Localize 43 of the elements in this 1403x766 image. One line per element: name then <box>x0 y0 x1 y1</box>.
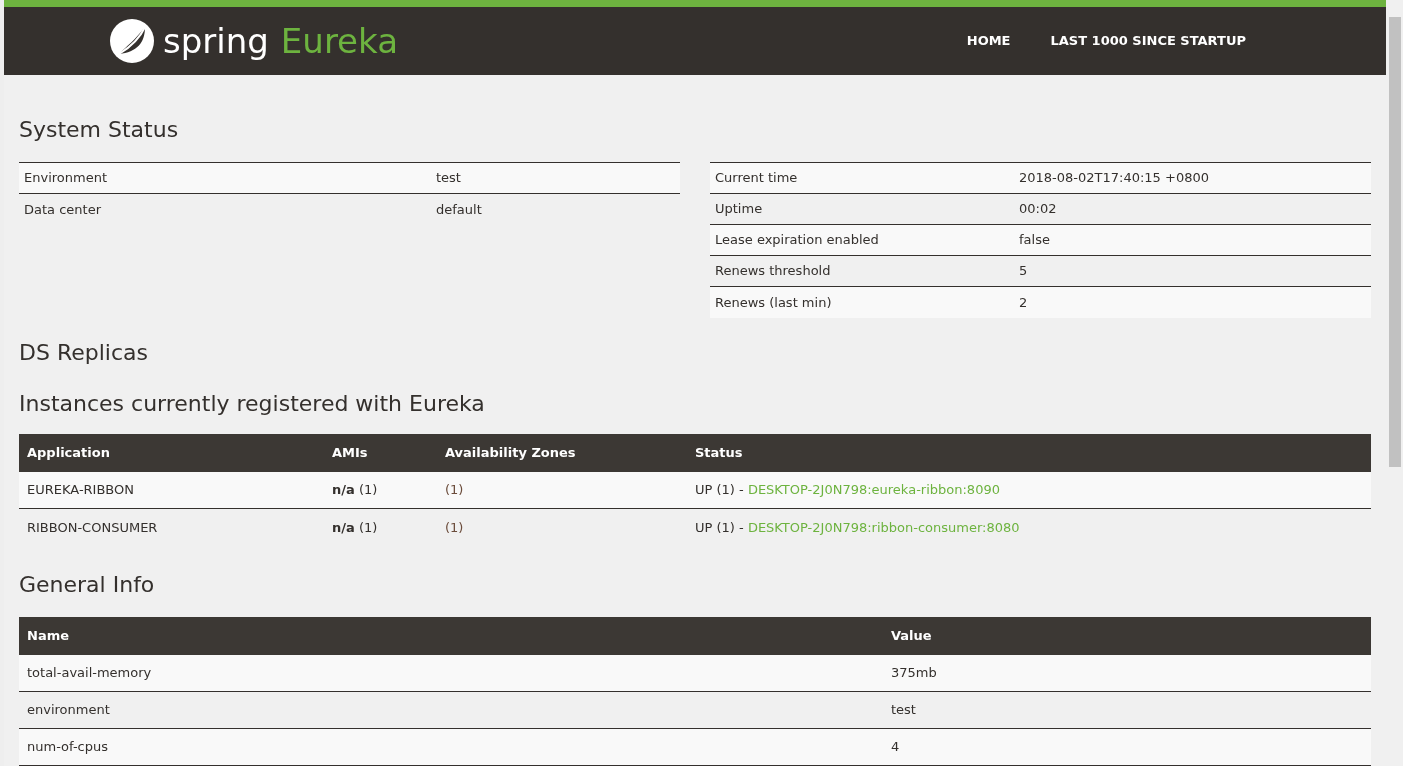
column-header: Application <box>19 433 324 472</box>
value-cell: 00:02 <box>1014 193 1371 225</box>
table-cell: RIBBON-CONSUMER <box>19 508 324 546</box>
value-cell: test <box>431 162 680 194</box>
leaf-logo-icon <box>109 18 155 65</box>
table-cell: n/a (1) <box>324 471 437 509</box>
status-text: UP (1) - <box>695 482 744 497</box>
table-cell: num-of-cpus <box>19 728 883 766</box>
column-header: Name <box>19 616 883 655</box>
column-header: AMIs <box>324 433 437 472</box>
section-heading: System Status <box>19 116 180 144</box>
section-heading: Instances currently registered with Eureka <box>19 389 486 418</box>
logo-product-name: Eureka <box>280 24 398 59</box>
table-cell: test <box>883 691 1371 729</box>
column-header: Status <box>687 433 1371 472</box>
value-cell: false <box>1014 224 1371 256</box>
label-cell: Renews (last min) <box>710 286 1014 318</box>
label-cell: Lease expiration enabled <box>710 224 1014 256</box>
table-cell: (1) <box>437 508 687 546</box>
nav-link[interactable]: HOME <box>966 31 1011 51</box>
label-cell: Data center <box>19 193 431 225</box>
nav-link[interactable]: LAST 1000 SINCE STARTUP <box>1050 31 1246 51</box>
table-cell: 375mb <box>883 654 1371 692</box>
label-cell: Renews threshold <box>710 255 1014 287</box>
value-cell: 2 <box>1014 286 1371 318</box>
table-cell: n/a (1) <box>324 508 437 546</box>
column-header: Value <box>883 616 1371 655</box>
section-heading: DS Replicas <box>19 338 149 367</box>
value-cell: 2018-08-02T17:40:15 +0800 <box>1014 162 1371 194</box>
table-cell: environment <box>19 691 883 729</box>
status-text: UP (1) - <box>695 519 744 535</box>
table-cell: (1) <box>437 471 687 509</box>
label-cell: Environment <box>19 162 431 194</box>
column-header: Availability Zones <box>437 433 687 472</box>
logo-wordmark: spring <box>163 24 269 59</box>
value-cell: 5 <box>1014 255 1371 287</box>
value-cell: default <box>431 193 680 225</box>
table-cell: 4 <box>883 728 1371 766</box>
section-heading: General Info <box>19 570 156 599</box>
table-cell: total-avail-memory <box>19 654 883 692</box>
label-cell: Current time <box>710 162 1014 194</box>
table-cell: EUREKA-RIBBON <box>19 471 324 509</box>
label-cell: Uptime <box>710 193 1014 225</box>
